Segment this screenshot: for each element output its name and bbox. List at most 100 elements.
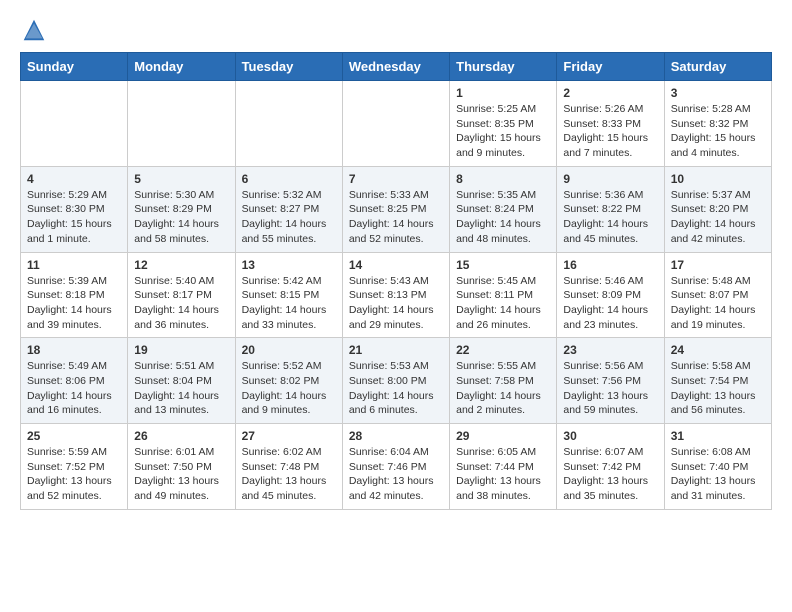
day-number: 1 bbox=[456, 86, 550, 100]
day-number: 27 bbox=[242, 429, 336, 443]
day-number: 21 bbox=[349, 343, 443, 357]
weekday-header-sunday: Sunday bbox=[21, 53, 128, 81]
day-cell: 1 Sunrise: 5:25 AM Sunset: 8:35 PM Daylig… bbox=[450, 81, 557, 167]
day-number: 25 bbox=[27, 429, 121, 443]
day-number: 11 bbox=[27, 258, 121, 272]
day-cell: 7Sunrise: 5:33 AM Sunset: 8:25 PM Daylig… bbox=[342, 166, 449, 252]
day-cell: 29Sunrise: 6:05 AM Sunset: 7:44 PM Dayli… bbox=[450, 424, 557, 510]
day-cell: 9 Sunrise: 5:36 AM Sunset: 8:22 PM Daylig… bbox=[557, 166, 664, 252]
day-cell bbox=[21, 81, 128, 167]
weekday-header-tuesday: Tuesday bbox=[235, 53, 342, 81]
day-info: Sunrise: 5:35 AM Sunset: 8:24 PM Dayligh… bbox=[456, 188, 550, 247]
day-number: 13 bbox=[242, 258, 336, 272]
day-info: Sunrise: 5:46 AM Sunset: 8:09 PM Dayligh… bbox=[563, 274, 657, 333]
day-number: 10 bbox=[671, 172, 765, 186]
week-row-4: 18 Sunrise: 5:49 AM Sunset: 8:06 PM Dayli… bbox=[21, 338, 772, 424]
day-cell: 24 Sunrise: 5:58 AM Sunset: 7:54 PM Dayli… bbox=[664, 338, 771, 424]
day-info: Sunrise: 5:42 AM Sunset: 8:15 PM Dayligh… bbox=[242, 274, 336, 333]
day-number: 30 bbox=[563, 429, 657, 443]
day-info: Sunrise: 5:49 AM Sunset: 8:06 PM Dayligh… bbox=[27, 359, 121, 418]
day-cell: 6 Sunrise: 5:32 AM Sunset: 8:27 PM Daylig… bbox=[235, 166, 342, 252]
day-number: 9 bbox=[563, 172, 657, 186]
day-number: 12 bbox=[134, 258, 228, 272]
day-number: 4 bbox=[27, 172, 121, 186]
day-cell: 3 Sunrise: 5:28 AM Sunset: 8:32 PM Daylig… bbox=[664, 81, 771, 167]
day-info: Sunrise: 5:48 AM Sunset: 8:07 PM Dayligh… bbox=[671, 274, 765, 333]
weekday-header-saturday: Saturday bbox=[664, 53, 771, 81]
day-number: 2 bbox=[563, 86, 657, 100]
logo-icon bbox=[20, 16, 48, 44]
day-number: 28 bbox=[349, 429, 443, 443]
day-info: Sunrise: 5:56 AM Sunset: 7:56 PM Dayligh… bbox=[563, 359, 657, 418]
day-cell: 5 Sunrise: 5:30 AM Sunset: 8:29 PM Daylig… bbox=[128, 166, 235, 252]
day-number: 26 bbox=[134, 429, 228, 443]
day-info: Sunrise: 5:43 AM Sunset: 8:13 PM Dayligh… bbox=[349, 274, 443, 333]
day-info: Sunrise: 5:26 AM Sunset: 8:33 PM Dayligh… bbox=[563, 102, 657, 161]
day-info: Sunrise: 6:07 AM Sunset: 7:42 PM Dayligh… bbox=[563, 445, 657, 504]
day-cell: 18 Sunrise: 5:49 AM Sunset: 8:06 PM Dayli… bbox=[21, 338, 128, 424]
day-number: 8 bbox=[456, 172, 550, 186]
day-cell: 15Sunrise: 5:45 AM Sunset: 8:11 PM Dayli… bbox=[450, 252, 557, 338]
day-cell: 17 Sunrise: 5:48 AM Sunset: 8:07 PM Dayli… bbox=[664, 252, 771, 338]
day-number: 19 bbox=[134, 343, 228, 357]
day-number: 24 bbox=[671, 343, 765, 357]
day-info: Sunrise: 5:28 AM Sunset: 8:32 PM Dayligh… bbox=[671, 102, 765, 161]
day-info: Sunrise: 5:40 AM Sunset: 8:17 PM Dayligh… bbox=[134, 274, 228, 333]
day-number: 29 bbox=[456, 429, 550, 443]
day-info: Sunrise: 5:25 AM Sunset: 8:35 PM Dayligh… bbox=[456, 102, 550, 161]
day-info: Sunrise: 5:58 AM Sunset: 7:54 PM Dayligh… bbox=[671, 359, 765, 418]
day-info: Sunrise: 5:53 AM Sunset: 8:00 PM Dayligh… bbox=[349, 359, 443, 418]
day-info: Sunrise: 6:08 AM Sunset: 7:40 PM Dayligh… bbox=[671, 445, 765, 504]
day-cell: 31 Sunrise: 6:08 AM Sunset: 7:40 PM Dayli… bbox=[664, 424, 771, 510]
day-cell bbox=[342, 81, 449, 167]
weekday-header-row: SundayMondayTuesdayWednesdayThursdayFrid… bbox=[21, 53, 772, 81]
day-info: Sunrise: 5:39 AM Sunset: 8:18 PM Dayligh… bbox=[27, 274, 121, 333]
logo bbox=[20, 16, 52, 44]
day-number: 3 bbox=[671, 86, 765, 100]
day-info: Sunrise: 5:36 AM Sunset: 8:22 PM Dayligh… bbox=[563, 188, 657, 247]
page: SundayMondayTuesdayWednesdayThursdayFrid… bbox=[0, 0, 792, 526]
day-cell: 14Sunrise: 5:43 AM Sunset: 8:13 PM Dayli… bbox=[342, 252, 449, 338]
day-cell: 21 Sunrise: 5:53 AM Sunset: 8:00 PM Dayli… bbox=[342, 338, 449, 424]
day-number: 6 bbox=[242, 172, 336, 186]
day-cell: 4 Sunrise: 5:29 AM Sunset: 8:30 PM Daylig… bbox=[21, 166, 128, 252]
day-number: 16 bbox=[563, 258, 657, 272]
day-info: Sunrise: 5:59 AM Sunset: 7:52 PM Dayligh… bbox=[27, 445, 121, 504]
week-row-3: 11 Sunrise: 5:39 AM Sunset: 8:18 PM Dayli… bbox=[21, 252, 772, 338]
day-info: Sunrise: 5:30 AM Sunset: 8:29 PM Dayligh… bbox=[134, 188, 228, 247]
day-cell: 16 Sunrise: 5:46 AM Sunset: 8:09 PM Dayli… bbox=[557, 252, 664, 338]
day-number: 22 bbox=[456, 343, 550, 357]
day-number: 31 bbox=[671, 429, 765, 443]
day-number: 20 bbox=[242, 343, 336, 357]
day-info: Sunrise: 5:55 AM Sunset: 7:58 PM Dayligh… bbox=[456, 359, 550, 418]
day-number: 5 bbox=[134, 172, 228, 186]
day-number: 7 bbox=[349, 172, 443, 186]
day-cell: 25 Sunrise: 5:59 AM Sunset: 7:52 PM Dayli… bbox=[21, 424, 128, 510]
weekday-header-monday: Monday bbox=[128, 53, 235, 81]
day-info: Sunrise: 5:51 AM Sunset: 8:04 PM Dayligh… bbox=[134, 359, 228, 418]
day-cell: 8 Sunrise: 5:35 AM Sunset: 8:24 PM Daylig… bbox=[450, 166, 557, 252]
weekday-header-wednesday: Wednesday bbox=[342, 53, 449, 81]
weekday-header-thursday: Thursday bbox=[450, 53, 557, 81]
day-cell: 11 Sunrise: 5:39 AM Sunset: 8:18 PM Dayli… bbox=[21, 252, 128, 338]
day-number: 18 bbox=[27, 343, 121, 357]
week-row-1: 1 Sunrise: 5:25 AM Sunset: 8:35 PM Daylig… bbox=[21, 81, 772, 167]
week-row-2: 4 Sunrise: 5:29 AM Sunset: 8:30 PM Daylig… bbox=[21, 166, 772, 252]
week-row-5: 25 Sunrise: 5:59 AM Sunset: 7:52 PM Dayli… bbox=[21, 424, 772, 510]
day-info: Sunrise: 5:32 AM Sunset: 8:27 PM Dayligh… bbox=[242, 188, 336, 247]
header bbox=[20, 16, 772, 44]
day-cell: 26Sunrise: 6:01 AM Sunset: 7:50 PM Dayli… bbox=[128, 424, 235, 510]
day-cell bbox=[128, 81, 235, 167]
day-number: 23 bbox=[563, 343, 657, 357]
day-cell: 10Sunrise: 5:37 AM Sunset: 8:20 PM Dayli… bbox=[664, 166, 771, 252]
day-info: Sunrise: 6:02 AM Sunset: 7:48 PM Dayligh… bbox=[242, 445, 336, 504]
day-info: Sunrise: 5:29 AM Sunset: 8:30 PM Dayligh… bbox=[27, 188, 121, 247]
day-cell: 2 Sunrise: 5:26 AM Sunset: 8:33 PM Daylig… bbox=[557, 81, 664, 167]
day-cell: 23 Sunrise: 5:56 AM Sunset: 7:56 PM Dayli… bbox=[557, 338, 664, 424]
day-info: Sunrise: 5:52 AM Sunset: 8:02 PM Dayligh… bbox=[242, 359, 336, 418]
weekday-header-friday: Friday bbox=[557, 53, 664, 81]
day-cell: 22 Sunrise: 5:55 AM Sunset: 7:58 PM Dayli… bbox=[450, 338, 557, 424]
day-info: Sunrise: 6:04 AM Sunset: 7:46 PM Dayligh… bbox=[349, 445, 443, 504]
day-cell bbox=[235, 81, 342, 167]
day-number: 17 bbox=[671, 258, 765, 272]
